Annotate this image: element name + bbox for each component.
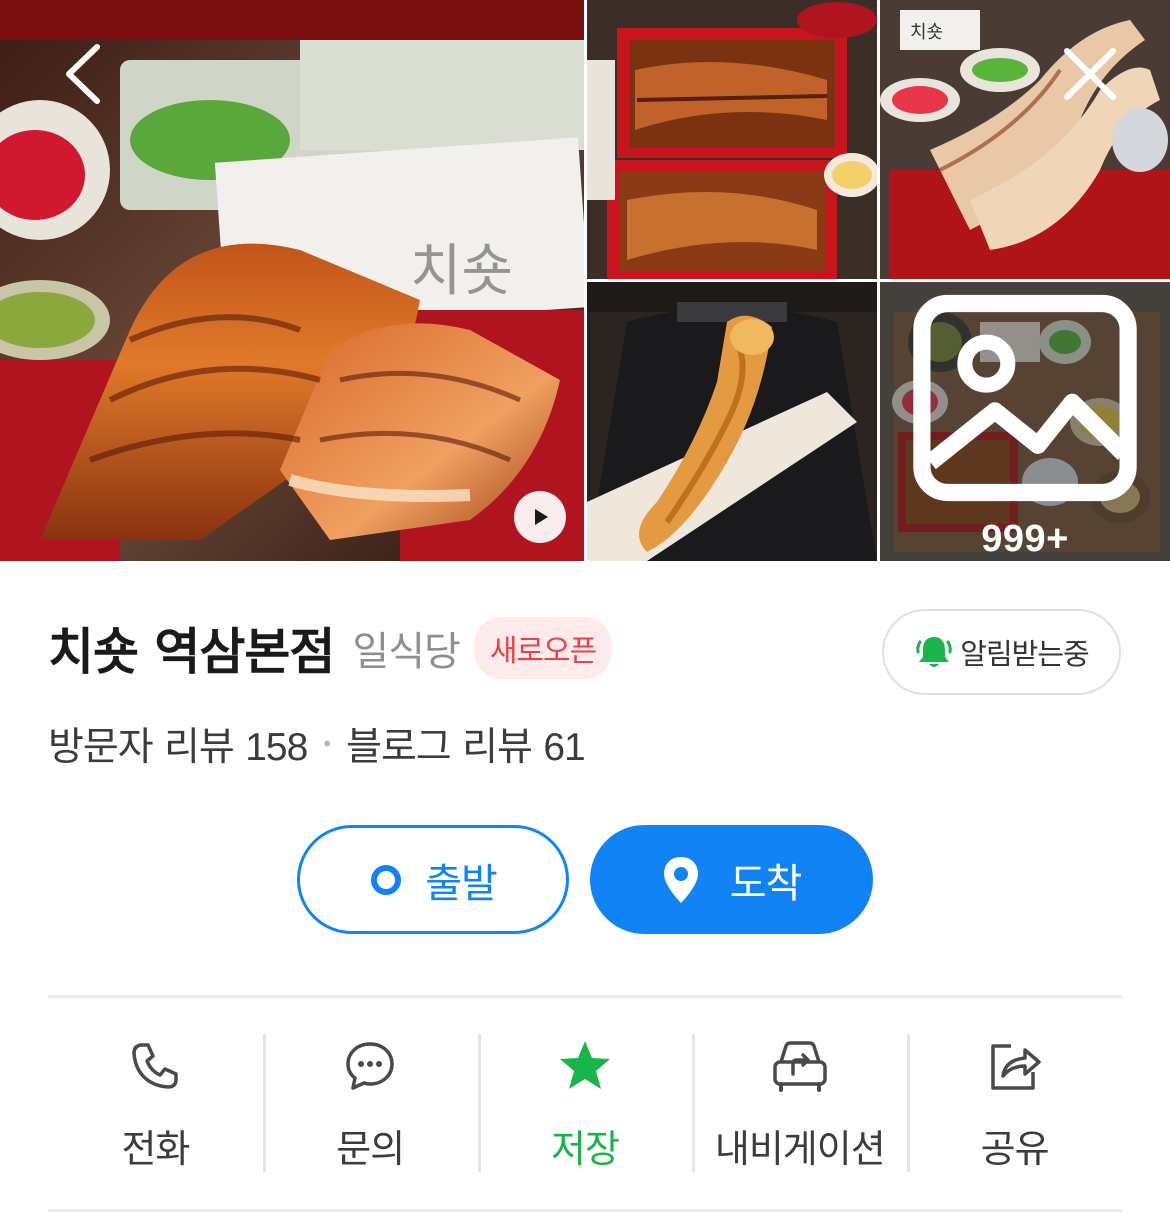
place-title-row: 치숏 역삼본점 일식당 새로오픈: [48, 612, 613, 684]
gallery-photo[interactable]: [587, 0, 877, 279]
section-divider: [48, 995, 1122, 998]
star-icon: [553, 1034, 617, 1098]
bottom-divider: [48, 1209, 1122, 1212]
back-button[interactable]: [42, 34, 122, 114]
car-navigation-icon: [768, 1034, 832, 1098]
save-label: 저장: [551, 1127, 620, 1171]
new-open-badge: 새로오픈: [473, 617, 613, 679]
svg-text:치숏: 치숏: [910, 22, 943, 43]
review-separator: •: [321, 732, 333, 756]
route-destination-button[interactable]: 도착: [590, 825, 873, 934]
chat-icon: [338, 1034, 402, 1098]
bell-icon: [916, 637, 953, 667]
gallery-photo-more[interactable]: 999+: [880, 282, 1170, 561]
phone-icon: [123, 1034, 187, 1098]
call-label: 전화: [121, 1127, 190, 1171]
route-destination-label: 도착: [729, 860, 803, 907]
svg-text:치숏: 치숏: [410, 239, 513, 304]
gallery-photo[interactable]: [587, 282, 877, 561]
inquiry-label: 문의: [336, 1127, 405, 1171]
visitor-review-link[interactable]: 방문자 리뷰 158: [48, 716, 308, 772]
inquiry-button[interactable]: 문의: [262, 1034, 478, 1174]
blog-review-count: 61: [543, 726, 585, 769]
more-photos-overlay[interactable]: 999+: [880, 282, 1170, 561]
location-pin-icon: [663, 856, 698, 903]
route-start-button[interactable]: 출발: [297, 825, 569, 934]
action-bar: 전화 문의 저장 내비게이션 공유: [48, 1034, 1122, 1174]
share-label: 공유: [980, 1127, 1050, 1171]
chevron-left-icon: [66, 44, 100, 104]
route-start-label: 출발: [425, 860, 498, 907]
share-icon: [983, 1034, 1047, 1098]
share-button[interactable]: 공유: [907, 1034, 1122, 1174]
play-icon: [535, 509, 548, 525]
review-summary: 방문자 리뷰 158 • 블로그 리뷰 61: [48, 714, 586, 774]
blog-review-label: 블로그 리뷰: [346, 725, 533, 770]
video-play-button[interactable]: [514, 491, 566, 543]
visitor-review-label: 방문자 리뷰: [48, 725, 235, 770]
close-icon: [1064, 48, 1116, 100]
image-icon: [913, 294, 1137, 502]
place-name: 치숏 역삼본점: [48, 623, 335, 681]
navigation-button[interactable]: 내비게이션: [692, 1034, 907, 1174]
origin-dot-icon: [371, 864, 402, 895]
visitor-review-count: 158: [245, 726, 308, 769]
notification-label: 알림받는중: [960, 637, 1089, 671]
call-button[interactable]: 전화: [48, 1034, 263, 1174]
close-button[interactable]: [1050, 34, 1130, 114]
notification-button[interactable]: 알림받는중: [882, 609, 1121, 695]
save-button[interactable]: 저장: [477, 1034, 693, 1174]
photo-gallery: 치숏 치숏 999+: [0, 0, 1170, 561]
more-photos-count: 999+: [981, 518, 1069, 560]
navigation-label: 내비게이션: [714, 1127, 886, 1171]
blog-review-link[interactable]: 블로그 리뷰 61: [346, 716, 586, 772]
place-category: 일식당: [352, 629, 460, 675]
